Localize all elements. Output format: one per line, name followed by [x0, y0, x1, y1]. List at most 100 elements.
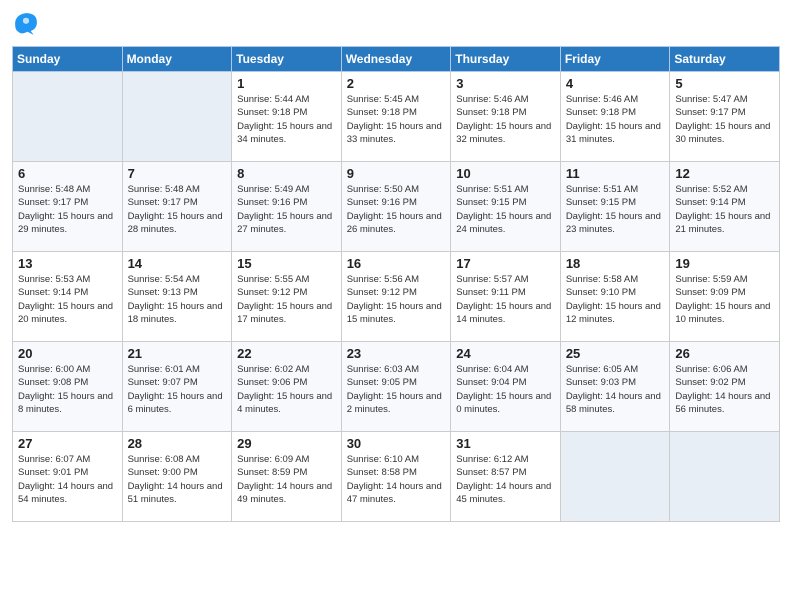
- day-info: Sunrise: 5:53 AMSunset: 9:14 PMDaylight:…: [18, 273, 117, 326]
- day-number: 26: [675, 346, 774, 361]
- calendar-cell: 2 Sunrise: 5:45 AMSunset: 9:18 PMDaylight…: [341, 72, 451, 162]
- day-of-week-header: Sunday: [13, 47, 123, 72]
- day-info: Sunrise: 6:04 AMSunset: 9:04 PMDaylight:…: [456, 363, 555, 416]
- calendar-cell: 25 Sunrise: 6:05 AMSunset: 9:03 PMDayligh…: [560, 342, 670, 432]
- day-info: Sunrise: 5:51 AMSunset: 9:15 PMDaylight:…: [456, 183, 555, 236]
- calendar-cell: 29 Sunrise: 6:09 AMSunset: 8:59 PMDayligh…: [232, 432, 342, 522]
- calendar-week-row: 13 Sunrise: 5:53 AMSunset: 9:14 PMDayligh…: [13, 252, 780, 342]
- calendar-cell: 20Sunrise: 6:00 AMSunset: 9:08 PMDayligh…: [13, 342, 123, 432]
- calendar-cell: [560, 432, 670, 522]
- day-number: 7: [128, 166, 227, 181]
- calendar-cell: 13 Sunrise: 5:53 AMSunset: 9:14 PMDayligh…: [13, 252, 123, 342]
- calendar-cell: 5Sunrise: 5:47 AMSunset: 9:17 PMDaylight…: [670, 72, 780, 162]
- calendar-week-row: 6 Sunrise: 5:48 AMSunset: 9:17 PMDaylight…: [13, 162, 780, 252]
- day-number: 13: [18, 256, 117, 271]
- calendar-cell: 17 Sunrise: 5:57 AMSunset: 9:11 PMDayligh…: [451, 252, 561, 342]
- calendar-cell: 23 Sunrise: 6:03 AMSunset: 9:05 PMDayligh…: [341, 342, 451, 432]
- calendar-cell: 4Sunrise: 5:46 AMSunset: 9:18 PMDaylight…: [560, 72, 670, 162]
- day-info: Sunrise: 5:56 AMSunset: 9:12 PMDaylight:…: [347, 273, 446, 326]
- day-number: 20: [18, 346, 117, 361]
- page-container: SundayMondayTuesdayWednesdayThursdayFrid…: [0, 0, 792, 534]
- day-info: Sunrise: 6:01 AMSunset: 9:07 PMDaylight:…: [128, 363, 227, 416]
- day-info: Sunrise: 5:54 AMSunset: 9:13 PMDaylight:…: [128, 273, 227, 326]
- day-number: 4: [566, 76, 665, 91]
- calendar-cell: 14 Sunrise: 5:54 AMSunset: 9:13 PMDayligh…: [122, 252, 232, 342]
- day-of-week-header: Thursday: [451, 47, 561, 72]
- calendar-cell: 24Sunrise: 6:04 AMSunset: 9:04 PMDayligh…: [451, 342, 561, 432]
- day-number: 11: [566, 166, 665, 181]
- calendar-cell: 21 Sunrise: 6:01 AMSunset: 9:07 PMDayligh…: [122, 342, 232, 432]
- calendar-cell: 6 Sunrise: 5:48 AMSunset: 9:17 PMDaylight…: [13, 162, 123, 252]
- day-info: Sunrise: 6:06 AMSunset: 9:02 PMDaylight:…: [675, 363, 774, 416]
- day-number: 19: [675, 256, 774, 271]
- calendar-cell: [670, 432, 780, 522]
- day-info: Sunrise: 6:12 AMSunset: 8:57 PMDaylight:…: [456, 453, 555, 506]
- day-info: Sunrise: 5:46 AMSunset: 9:18 PMDaylight:…: [456, 93, 555, 146]
- day-number: 29: [237, 436, 336, 451]
- day-number: 17: [456, 256, 555, 271]
- day-of-week-header: Saturday: [670, 47, 780, 72]
- calendar-cell: 18 Sunrise: 5:58 AMSunset: 9:10 PMDayligh…: [560, 252, 670, 342]
- day-info: Sunrise: 5:51 AMSunset: 9:15 PMDaylight:…: [566, 183, 665, 236]
- calendar-week-row: 27 Sunrise: 6:07 AMSunset: 9:01 PMDayligh…: [13, 432, 780, 522]
- calendar-cell: 9Sunrise: 5:50 AMSunset: 9:16 PMDaylight…: [341, 162, 451, 252]
- day-number: 8: [237, 166, 336, 181]
- day-number: 2: [347, 76, 446, 91]
- day-of-week-header: Friday: [560, 47, 670, 72]
- day-number: 31: [456, 436, 555, 451]
- day-number: 1: [237, 76, 336, 91]
- page-header: [12, 10, 780, 38]
- day-info: Sunrise: 5:57 AMSunset: 9:11 PMDaylight:…: [456, 273, 555, 326]
- calendar-cell: 27 Sunrise: 6:07 AMSunset: 9:01 PMDayligh…: [13, 432, 123, 522]
- day-number: 15: [237, 256, 336, 271]
- day-info: Sunrise: 6:05 AMSunset: 9:03 PMDaylight:…: [566, 363, 665, 416]
- logo: [12, 10, 44, 38]
- day-number: 23: [347, 346, 446, 361]
- day-info: Sunrise: 5:45 AMSunset: 9:18 PMDaylight:…: [347, 93, 446, 146]
- calendar-cell: 15Sunrise: 5:55 AMSunset: 9:12 PMDayligh…: [232, 252, 342, 342]
- day-of-week-header: Wednesday: [341, 47, 451, 72]
- calendar-cell: 30 Sunrise: 6:10 AMSunset: 8:58 PMDayligh…: [341, 432, 451, 522]
- day-number: 3: [456, 76, 555, 91]
- day-number: 16: [347, 256, 446, 271]
- calendar-cell: 28Sunrise: 6:08 AMSunset: 9:00 PMDayligh…: [122, 432, 232, 522]
- day-of-week-header: Tuesday: [232, 47, 342, 72]
- day-info: Sunrise: 6:03 AMSunset: 9:05 PMDaylight:…: [347, 363, 446, 416]
- calendar-cell: 1 Sunrise: 5:44 AMSunset: 9:18 PMDaylight…: [232, 72, 342, 162]
- day-number: 6: [18, 166, 117, 181]
- day-number: 30: [347, 436, 446, 451]
- day-number: 25: [566, 346, 665, 361]
- day-info: Sunrise: 6:07 AMSunset: 9:01 PMDaylight:…: [18, 453, 117, 506]
- day-info: Sunrise: 6:10 AMSunset: 8:58 PMDaylight:…: [347, 453, 446, 506]
- calendar-cell: [122, 72, 232, 162]
- day-info: Sunrise: 5:44 AMSunset: 9:18 PMDaylight:…: [237, 93, 336, 146]
- day-info: Sunrise: 5:52 AMSunset: 9:14 PMDaylight:…: [675, 183, 774, 236]
- day-info: Sunrise: 6:09 AMSunset: 8:59 PMDaylight:…: [237, 453, 336, 506]
- day-info: Sunrise: 6:02 AMSunset: 9:06 PMDaylight:…: [237, 363, 336, 416]
- day-number: 14: [128, 256, 227, 271]
- day-info: Sunrise: 5:48 AMSunset: 9:17 PMDaylight:…: [18, 183, 117, 236]
- calendar-header-row: SundayMondayTuesdayWednesdayThursdayFrid…: [13, 47, 780, 72]
- day-number: 12: [675, 166, 774, 181]
- day-of-week-header: Monday: [122, 47, 232, 72]
- day-number: 18: [566, 256, 665, 271]
- calendar-cell: 19 Sunrise: 5:59 AMSunset: 9:09 PMDayligh…: [670, 252, 780, 342]
- day-info: Sunrise: 5:49 AMSunset: 9:16 PMDaylight:…: [237, 183, 336, 236]
- logo-icon: [12, 10, 40, 38]
- calendar-cell: [13, 72, 123, 162]
- calendar-cell: 11 Sunrise: 5:51 AMSunset: 9:15 PMDayligh…: [560, 162, 670, 252]
- day-number: 22: [237, 346, 336, 361]
- day-info: Sunrise: 5:48 AMSunset: 9:17 PMDaylight:…: [128, 183, 227, 236]
- calendar-cell: 22 Sunrise: 6:02 AMSunset: 9:06 PMDayligh…: [232, 342, 342, 432]
- calendar-cell: 31 Sunrise: 6:12 AMSunset: 8:57 PMDayligh…: [451, 432, 561, 522]
- calendar-week-row: 20Sunrise: 6:00 AMSunset: 9:08 PMDayligh…: [13, 342, 780, 432]
- day-number: 21: [128, 346, 227, 361]
- calendar-cell: 16 Sunrise: 5:56 AMSunset: 9:12 PMDayligh…: [341, 252, 451, 342]
- day-info: Sunrise: 5:47 AMSunset: 9:17 PMDaylight:…: [675, 93, 774, 146]
- day-number: 28: [128, 436, 227, 451]
- day-info: Sunrise: 5:58 AMSunset: 9:10 PMDaylight:…: [566, 273, 665, 326]
- day-number: 27: [18, 436, 117, 451]
- calendar-table: SundayMondayTuesdayWednesdayThursdayFrid…: [12, 46, 780, 522]
- calendar-cell: 10Sunrise: 5:51 AMSunset: 9:15 PMDayligh…: [451, 162, 561, 252]
- day-info: Sunrise: 5:59 AMSunset: 9:09 PMDaylight:…: [675, 273, 774, 326]
